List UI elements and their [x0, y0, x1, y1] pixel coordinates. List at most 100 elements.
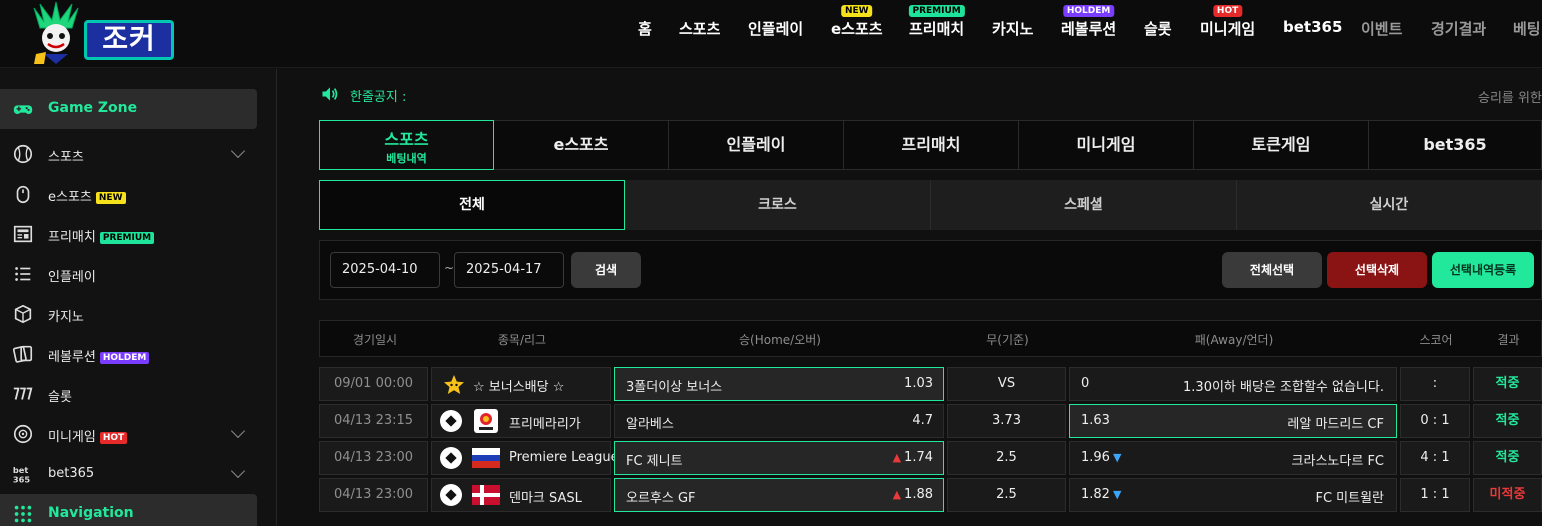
away-odds: 1.82: [1081, 487, 1110, 502]
result-badge: 적중: [1473, 404, 1542, 438]
bet365-icon: bet365: [13, 465, 30, 484]
top-header: 조커 홈 스포츠 인플레이 NEW e스포츠 PREMIUM 프리매치 카지노 …: [0, 0, 1542, 68]
label-text: 레볼루션: [48, 350, 96, 365]
away-odds-cell[interactable]: 1.82 ▼ FC 미트윌란: [1069, 478, 1397, 512]
sidebar-navigation[interactable]: Navigation: [0, 494, 257, 526]
select-all-button[interactable]: 전체선택: [1222, 252, 1322, 288]
chevron-down-icon[interactable]: [230, 423, 246, 439]
home-odds-wrap: ▲ 1.74: [893, 450, 933, 465]
tab-minigame[interactable]: 미니게임: [1019, 120, 1194, 170]
search-button[interactable]: 검색: [571, 252, 641, 288]
site-logo[interactable]: 조커: [26, 2, 174, 64]
sidebar-item-minigame[interactable]: 미니게임 HOT: [0, 414, 257, 454]
date-from-input[interactable]: 2025-04-10: [330, 252, 440, 288]
away-odds: 1.63: [1081, 413, 1110, 428]
sub-tabs: 전체 크로스 스페셜 실시간: [319, 180, 1542, 230]
gamepad-icon: [13, 105, 33, 114]
draw-odds-cell[interactable]: 3.73: [947, 404, 1066, 438]
date-to-input[interactable]: 2025-04-17: [454, 252, 564, 288]
delete-selected-button[interactable]: 선택삭제: [1327, 252, 1427, 288]
away-odds: 1.96: [1081, 450, 1110, 465]
sidebar-item-revolution[interactable]: 레볼루션 HOLDEM: [0, 334, 257, 374]
sidebar-game-zone[interactable]: Game Zone: [0, 89, 257, 129]
tab-prematch[interactable]: 프리매치: [844, 120, 1019, 170]
nav-prematch[interactable]: PREMIUM 프리매치: [908, 5, 965, 39]
sidebar-item-sports[interactable]: 스포츠: [0, 134, 257, 174]
nav-casino[interactable]: 카지노: [992, 18, 1033, 39]
league-name: 프리메라리가: [509, 417, 581, 432]
draw-odds-cell[interactable]: 2.5: [947, 478, 1066, 512]
nav-results[interactable]: 경기결과: [1431, 18, 1486, 39]
away-odds-cell[interactable]: 1.96 ▼ 크라스노다르 FC: [1069, 441, 1397, 475]
draw-odds-cell[interactable]: 2.5: [947, 441, 1066, 475]
subtab-cross[interactable]: 크로스: [625, 180, 931, 230]
home-odds-cell[interactable]: FC 제니트 ▲ 1.74: [614, 441, 944, 475]
home-odds-cell[interactable]: 오르후스 GF ▲ 1.88: [614, 478, 944, 512]
table-row[interactable]: 04/13 23:00 Premiere League FC 제니트 ▲ 1.74…: [319, 441, 1542, 475]
nav-home[interactable]: 홈: [638, 18, 652, 39]
nav-betting[interactable]: 베팅: [1513, 18, 1541, 39]
sidebar-item-label: 스포츠: [48, 150, 84, 165]
nav-esports[interactable]: NEW e스포츠: [831, 5, 883, 39]
draw-cell[interactable]: VS: [947, 367, 1066, 401]
chevron-down-icon[interactable]: [230, 143, 246, 159]
chevron-down-icon[interactable]: [230, 463, 246, 479]
sidebar-item-bet365[interactable]: bet 365 bet365: [0, 454, 257, 494]
nav-event[interactable]: 이벤트: [1361, 18, 1402, 39]
nav-sports[interactable]: 스포츠: [679, 18, 720, 39]
score: 4 : 1: [1400, 441, 1470, 475]
nav-inplay[interactable]: 인플레이: [748, 18, 803, 39]
register-selected-button[interactable]: 선택내역등록: [1432, 252, 1534, 288]
date-separator: ~: [444, 261, 455, 275]
sidebar-item-label: 프리매치 PREMIUM: [48, 226, 155, 245]
nav-prematch-label: 프리매치: [909, 20, 965, 38]
table-row[interactable]: 09/01 00:00 ☆ 보너스배당 ☆ 3폴더이상 보너스 1.03 VS …: [319, 367, 1542, 401]
away-odds-cell[interactable]: 0 1.30이하 배당은 조합할수 없습니다.: [1069, 367, 1397, 401]
subtab-special[interactable]: 스페셜: [931, 180, 1237, 230]
away-team: 크라스노다르 FC: [1291, 454, 1384, 469]
sidebar-item-slot[interactable]: 슬롯: [0, 374, 257, 414]
premium-badge: PREMIUM: [99, 232, 155, 244]
subtab-all[interactable]: 전체: [319, 180, 625, 230]
sidebar-item-inplay[interactable]: 인플레이: [0, 254, 257, 294]
soccer-ball-icon: [440, 447, 462, 469]
hot-badge: HOT: [1212, 5, 1243, 17]
tab-token-game[interactable]: 토큰게임: [1194, 120, 1369, 170]
sidebar-item-label: 미니게임 HOT: [48, 426, 128, 445]
sidebar-item-casino[interactable]: 카지노: [0, 294, 257, 334]
table-row[interactable]: 04/13 23:15 프리메라리가 알라베스 4.7 3.73 1.63 레알…: [319, 404, 1542, 438]
sidebar-item-label: 카지노: [48, 310, 84, 325]
away-odds-wrap: 1.82 ▼: [1081, 487, 1121, 502]
home-odds-cell[interactable]: 3폴더이상 보너스 1.03: [614, 367, 944, 401]
navigation-label: Navigation: [48, 505, 134, 521]
home-odds-cell[interactable]: 알라베스 4.7: [614, 404, 944, 438]
ball-icon: [13, 424, 33, 444]
nav-slot[interactable]: 슬롯: [1144, 18, 1172, 39]
sidebar-item-label: 인플레이: [48, 270, 96, 285]
sidebar-item-label: e스포츠 NEW: [48, 186, 126, 205]
tab-inplay[interactable]: 인플레이: [669, 120, 844, 170]
bet-table-header: 경기일시 종목/리그 승(Home/오버) 무(기준) 패(Away/언더) 스…: [319, 320, 1542, 357]
table-row[interactable]: 04/13 23:00 덴마크 SASL 오르후스 GF ▲ 1.88 2.5 1…: [319, 478, 1542, 512]
tab-esports[interactable]: e스포츠: [494, 120, 669, 170]
result-badge: 미적중: [1473, 478, 1542, 512]
away-odds-cell[interactable]: 1.63 레알 마드리드 CF: [1069, 404, 1397, 438]
subtab-live[interactable]: 실시간: [1237, 180, 1542, 230]
arrow-down-icon: ▼: [1112, 488, 1122, 501]
tab-label: 스포츠: [384, 130, 429, 149]
nav-bet365[interactable]: bet365: [1283, 18, 1342, 36]
arrow-up-icon: ▲: [892, 488, 902, 501]
nav-revolution[interactable]: HOLDEM 레볼루션: [1061, 5, 1116, 39]
sidebar-item-prematch[interactable]: 프리매치 PREMIUM: [0, 214, 257, 254]
tab-bet365[interactable]: bet365: [1369, 120, 1542, 170]
sidebar-item-esports[interactable]: e스포츠 NEW: [0, 174, 257, 214]
away-odds: 0: [1081, 376, 1090, 391]
soccer-ball-icon: [440, 484, 462, 506]
score: 1 : 1: [1400, 478, 1470, 512]
match-date: 04/13 23:15: [319, 404, 428, 438]
col-date: 경기일시: [352, 333, 398, 347]
away-team: 레알 마드리드 CF: [1287, 417, 1384, 432]
label-text: 프리매치: [48, 230, 96, 245]
tab-sports-bet-history[interactable]: 스포츠 베팅내역: [319, 120, 494, 170]
nav-minigame[interactable]: HOT 미니게임: [1200, 5, 1255, 39]
